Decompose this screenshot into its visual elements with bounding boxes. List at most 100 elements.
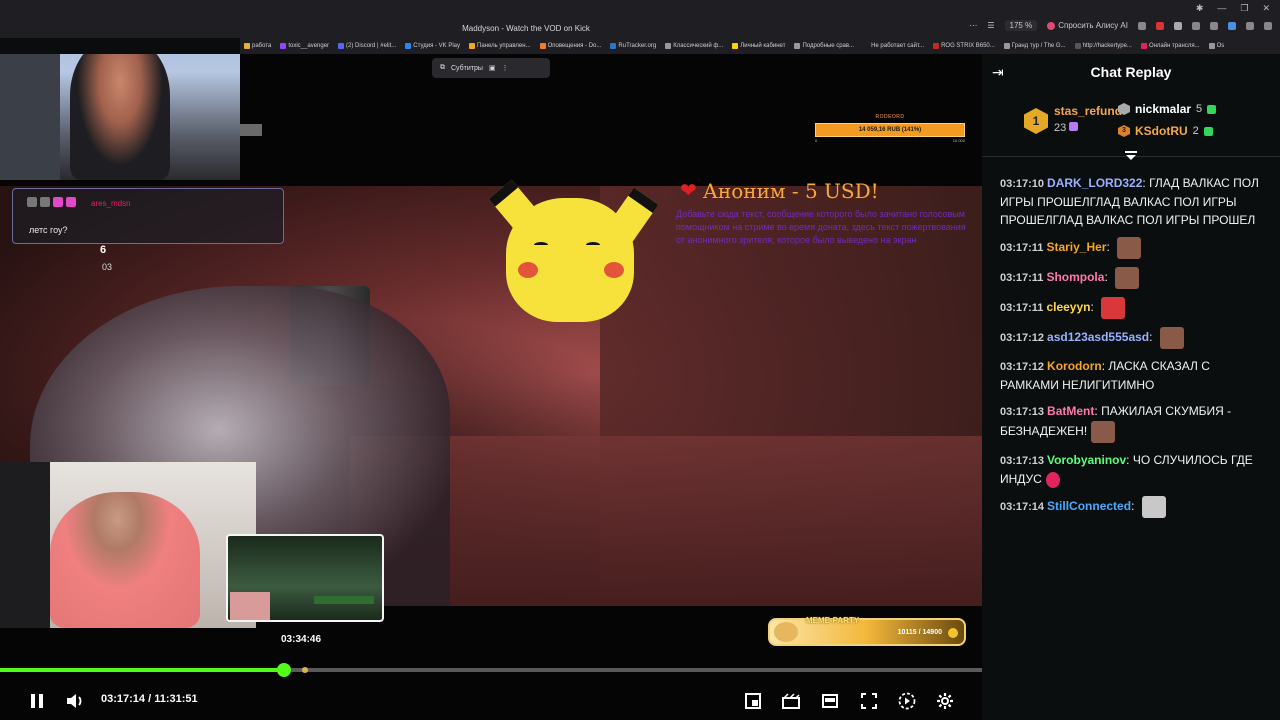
message-username[interactable]: StillConnected — [1047, 499, 1131, 513]
meme-party-value: 10115 / 14900 — [897, 629, 942, 636]
translate-icon[interactable]: ⧉ — [440, 64, 445, 72]
toolbar-right: ⋯ ☰ 175 % Спросить Алису AI — [969, 20, 1272, 31]
settings-icon[interactable] — [1228, 21, 1236, 30]
list-icon[interactable]: ☰ — [987, 21, 994, 30]
message-username[interactable]: cleeyyn — [1046, 300, 1090, 314]
bookmarks-bar: работа toxic__avenger (2) Discord | #eli… — [240, 38, 1280, 54]
seek-bar[interactable] — [0, 663, 982, 677]
bookmark-item[interactable]: ROG STRIX B650... — [933, 43, 995, 49]
bookmark-label: работа — [252, 43, 272, 49]
bookmark-item[interactable]: RuTracker.org — [610, 43, 656, 49]
download-icon[interactable] — [1210, 21, 1218, 30]
preview-webcam — [230, 592, 270, 620]
bookmark-item[interactable]: Классический ф... — [665, 43, 723, 49]
donation-title: Аноним - 5 USD! — [702, 178, 879, 203]
leader-second[interactable]: nickmalar 5 — [1118, 102, 1217, 116]
message-username[interactable]: Vorobyaninov — [1047, 453, 1126, 467]
extension-icon[interactable] — [1138, 21, 1146, 30]
playback-speed-button[interactable] — [896, 690, 918, 712]
close-button[interactable]: ✕ — [1262, 3, 1270, 14]
video-player[interactable]: ⧉ Субтитры ▣ ⋮ RODEORD 14 059,16 RUB (14… — [0, 54, 982, 720]
chat-message: 03:17:12 asd123asd555asd: — [1000, 327, 1268, 349]
minimize-button[interactable]: — — [1217, 3, 1226, 14]
bookmark-item[interactable]: toxic__avenger — [280, 43, 329, 49]
maximize-button[interactable]: ❐ — [1240, 3, 1248, 14]
chat-message: 03:17:13 BatMent: ПАЖИЛАЯ СКУМБИЯ - БЕЗНА… — [1000, 402, 1268, 443]
bookmark-item[interactable]: Студия - VK Play — [405, 43, 460, 49]
volume-button[interactable] — [64, 690, 86, 712]
shield-icon[interactable] — [1192, 21, 1200, 30]
bookmark-item[interactable]: Оповещения - Do... — [539, 43, 602, 49]
more-icon[interactable]: ⋯ — [969, 21, 977, 30]
message-username[interactable]: asd123asd555asd — [1047, 330, 1149, 344]
theater-mode-button[interactable] — [819, 690, 841, 712]
pin-icon[interactable]: ✱ — [1196, 3, 1204, 14]
bookmark-item[interactable]: Гранд тур / The G... — [1003, 43, 1066, 49]
profile-icon[interactable] — [1174, 21, 1182, 30]
bookmark-item[interactable]: (2) Discord | #elit... — [338, 43, 396, 49]
page-icon — [665, 43, 672, 49]
meme-party-widget: MEME-PARTY 10115 / 14900 — [768, 616, 966, 646]
fullscreen-button[interactable] — [858, 690, 880, 712]
gem-emote-icon — [1045, 471, 1060, 488]
record-icon[interactable] — [1156, 21, 1164, 30]
gift-icon — [1203, 126, 1213, 136]
bookmark-item[interactable]: Не работает сайт... — [863, 43, 924, 49]
bookmark-label: Os — [1216, 43, 1225, 49]
clip-button[interactable] — [780, 690, 802, 712]
message-username[interactable]: BatMent — [1047, 404, 1094, 418]
webcam-shelf — [0, 54, 60, 180]
stream-icon — [1140, 43, 1147, 49]
leader-name[interactable]: stas_refund — [1054, 104, 1122, 118]
gift-icon — [1069, 122, 1079, 131]
preview-hud — [314, 596, 374, 604]
more-options-icon[interactable]: ⋮ — [502, 64, 509, 72]
miniplayer-button[interactable] — [742, 690, 764, 712]
subtitles-bar[interactable]: ⧉ Субтитры ▣ ⋮ — [432, 58, 550, 78]
pip-icon[interactable]: ▣ — [489, 64, 496, 72]
expand-leaderboard-icon[interactable] — [1124, 150, 1138, 162]
gift-leaderboard: 1 stas_refund 23 nickmalar 5 3 KSdotRU 2 — [1022, 102, 1262, 146]
zoom-indicator[interactable]: 175 % — [1004, 20, 1038, 31]
face-emote-icon — [1115, 267, 1140, 289]
puzzle-icon[interactable] — [1246, 21, 1254, 30]
bookmark-label: Панель управлен... — [477, 43, 531, 49]
message-username[interactable]: Korodorn — [1047, 359, 1102, 373]
message-separator: : — [1149, 330, 1156, 345]
message-username[interactable]: DARK_LORD322 — [1047, 176, 1142, 190]
chat-title: Chat Replay — [1090, 64, 1172, 80]
terminal-icon — [1074, 43, 1081, 49]
menu-icon[interactable] — [1264, 21, 1272, 30]
subtitles-label[interactable]: Субтитры — [451, 65, 483, 72]
bookmark-label: Оповещения - Do... — [547, 43, 602, 49]
bookmark-item[interactable]: работа — [244, 43, 271, 49]
leader-third[interactable]: 3 KSdotRU 2 — [1118, 124, 1213, 138]
bookmark-item[interactable]: Подробные срав... — [794, 43, 854, 49]
chat-message: 03:17:11 Stariy_Her: — [1000, 237, 1268, 259]
twitch-icon — [280, 43, 287, 49]
message-username[interactable]: Stariy_Her — [1046, 240, 1106, 254]
badge-icon — [27, 197, 37, 207]
seek-bar-fill — [0, 668, 284, 672]
message-username[interactable]: Shompola — [1046, 270, 1104, 284]
doge-icon — [774, 622, 798, 642]
pikachu-sticker — [488, 179, 670, 324]
bookmark-item[interactable]: Панель управлен... — [469, 43, 531, 49]
clip-icon — [782, 693, 800, 709]
seek-knob[interactable] — [276, 663, 291, 677]
bookmark-item[interactable]: http://hackertype... — [1074, 43, 1132, 49]
leader-count-value: 23 — [1054, 122, 1067, 134]
bookmark-item[interactable]: Онлайн трансля... — [1140, 43, 1200, 49]
browser-titlebar: ✱ — ❐ ✕ Maddyson - Watch the VOD on Kick… — [0, 0, 1280, 38]
alice-button[interactable]: Спросить Алису AI — [1047, 21, 1128, 30]
bookmark-item[interactable]: Os — [1208, 43, 1225, 49]
pikachu-cheek — [518, 262, 538, 278]
secondary-webcam — [0, 462, 256, 628]
leader-name[interactable]: nickmalar — [1135, 102, 1191, 116]
leader-name[interactable]: KSdotRU — [1135, 124, 1188, 138]
webcam-person — [70, 54, 170, 180]
settings-button[interactable] — [934, 690, 956, 712]
bookmark-item[interactable]: Личный кабинет — [732, 43, 785, 49]
pause-button[interactable] — [26, 690, 48, 712]
page-icon — [794, 43, 801, 49]
